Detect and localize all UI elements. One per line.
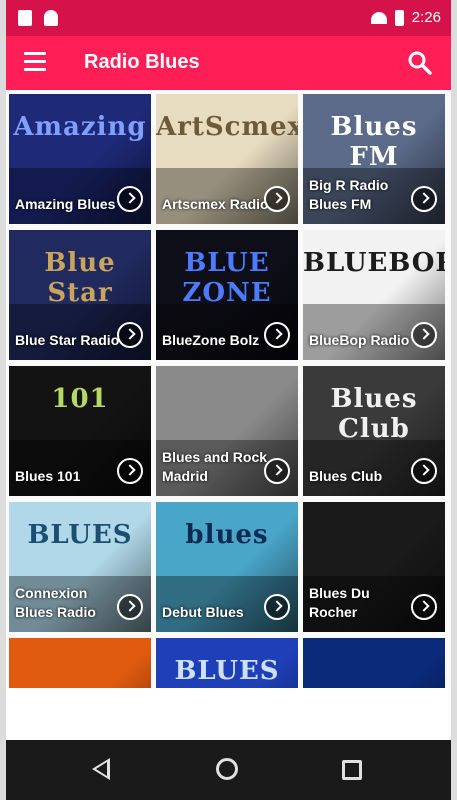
station-name: Blues Club xyxy=(309,468,383,484)
station-artwork-text: BLUE ZONE xyxy=(182,248,272,308)
station-name: Artscmex Radio xyxy=(162,196,269,212)
station-grid: Amazing Amazing Blues ArtScmex Artscmex Rad… xyxy=(6,90,451,688)
play-icon[interactable] xyxy=(264,458,290,484)
content-footer xyxy=(6,688,451,740)
station-artwork-text: ArtScmex xyxy=(156,112,298,142)
station-artwork xyxy=(303,638,445,688)
play-icon[interactable] xyxy=(117,458,143,484)
play-icon[interactable] xyxy=(411,594,437,620)
notification-icon xyxy=(18,10,32,26)
device-screen: 2:26 Radio Blues Amazing Amazing Blues Art… xyxy=(6,0,451,800)
station-tile[interactable] xyxy=(9,638,151,688)
station-tile[interactable]: Blues Du Rocher xyxy=(303,502,445,632)
play-icon[interactable] xyxy=(117,186,143,212)
page-title: Radio Blues xyxy=(84,51,200,73)
station-artwork-text: blues xyxy=(185,520,269,550)
station-artwork-text: Blues Club xyxy=(330,384,418,444)
station-tile[interactable]: Blues FM Big R Radio Blues FM xyxy=(303,94,445,224)
play-icon[interactable] xyxy=(411,322,437,348)
status-time: 2:26 xyxy=(411,9,441,26)
app-bar: Radio Blues xyxy=(6,36,451,90)
station-tile[interactable]: BLUES Connexion Blues Radio xyxy=(9,502,151,632)
play-icon[interactable] xyxy=(117,322,143,348)
home-icon[interactable] xyxy=(216,758,238,780)
station-name: BlueBop Radio xyxy=(309,332,410,348)
station-name: Blues and Rock Madrid xyxy=(162,449,268,484)
recent-apps-icon[interactable] xyxy=(342,760,362,780)
station-artwork-text: Amazing xyxy=(13,112,147,142)
play-icon[interactable] xyxy=(264,594,290,620)
play-icon[interactable] xyxy=(264,322,290,348)
station-tile[interactable]: blues Debut Blues xyxy=(156,502,298,632)
station-tile[interactable] xyxy=(303,638,445,688)
station-name: Blues Du Rocher xyxy=(309,585,370,620)
station-artwork-text: 101 xyxy=(51,384,109,414)
back-icon[interactable] xyxy=(92,758,110,780)
menu-icon[interactable] xyxy=(24,52,46,72)
station-tile[interactable]: Blues and Rock Madrid xyxy=(156,366,298,496)
station-tile[interactable]: Amazing Amazing Blues xyxy=(9,94,151,224)
play-icon[interactable] xyxy=(411,186,437,212)
station-tile[interactable]: BLUES xyxy=(156,638,298,688)
navigation-bar xyxy=(6,740,451,800)
station-name: Blues 101 xyxy=(15,468,81,484)
wifi-icon xyxy=(370,11,387,24)
station-tile[interactable]: Blues Club Blues Club xyxy=(303,366,445,496)
station-tile[interactable]: BLUE ZONE BlueZone Bolz xyxy=(156,230,298,360)
play-icon[interactable] xyxy=(411,458,437,484)
play-icon[interactable] xyxy=(264,186,290,212)
station-name: Debut Blues xyxy=(162,604,244,620)
station-tile[interactable]: 101 Blues 101 xyxy=(9,366,151,496)
status-bar: 2:26 xyxy=(6,0,451,36)
station-artwork-text: Blues FM xyxy=(330,112,418,172)
station-tile[interactable]: Blue Star Blue Star Radio xyxy=(9,230,151,360)
station-artwork-text: BLUEBOP xyxy=(303,248,445,278)
android-icon xyxy=(44,10,58,26)
station-name: Blue Star Radio xyxy=(15,332,120,348)
station-artwork-text: BLUES xyxy=(174,656,280,686)
station-name: Big R Radio Blues FM xyxy=(309,177,389,212)
play-icon[interactable] xyxy=(117,594,143,620)
station-tile[interactable]: ArtScmex Artscmex Radio xyxy=(156,94,298,224)
station-name: Amazing Blues xyxy=(15,196,116,212)
search-icon[interactable] xyxy=(407,50,433,76)
station-name: BlueZone Bolz xyxy=(162,332,260,348)
station-tile[interactable]: BLUEBOP BlueBop Radio xyxy=(303,230,445,360)
station-artwork-text: BLUES xyxy=(27,520,133,550)
battery-icon xyxy=(394,9,404,26)
station-name: Connexion Blues Radio xyxy=(15,585,96,620)
station-artwork xyxy=(9,638,151,688)
station-artwork-text: Blue Star xyxy=(44,248,116,308)
